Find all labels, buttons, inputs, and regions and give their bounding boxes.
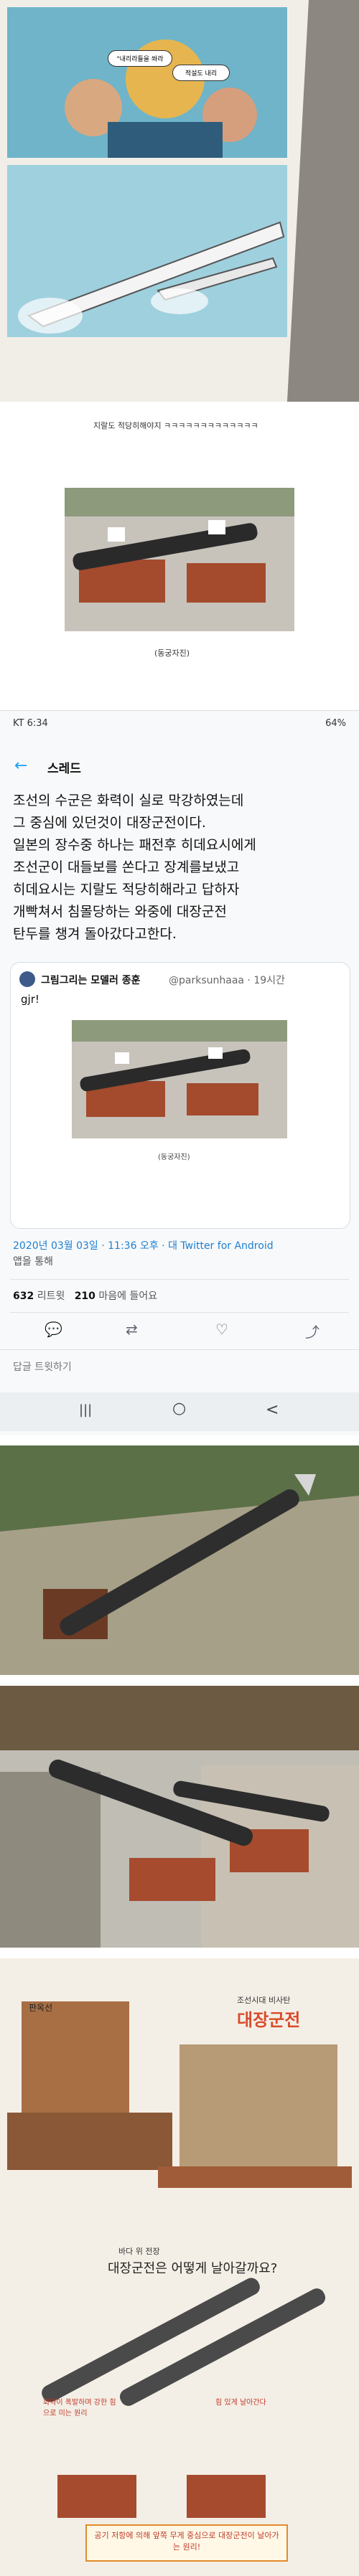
retweet-icon[interactable]: ⇄ xyxy=(126,1321,138,1338)
title-top: 조선시대 비사탄 xyxy=(237,1996,291,2005)
timestamp-text: 2020년 03월 03일 · 11:36 오후 · xyxy=(13,1240,169,1252)
android-nav-bar: ||| ○ < xyxy=(0,1392,359,1431)
thread-header-title: 스레드 xyxy=(47,762,81,776)
quoted-tweet[interactable]: 그림그리는 모델러 종훈 @parksunhaaa · 19시간 gjr! (동… xyxy=(10,962,350,1229)
tweet-line: 개빡쳐서 침몰당하는 와중에 대장군전 xyxy=(13,904,227,920)
quoted-text: gjr! xyxy=(21,993,39,1006)
cannon-hill-photo xyxy=(0,1445,359,1675)
avatar xyxy=(19,971,35,987)
tweet-line: 일본의 장수중 하나는 패전후 히데요시에게 xyxy=(13,837,256,853)
bottom-box-text: 공기 저항에 의해 앞쪽 무게 중심으로 대장군전이 날아가는 원리! xyxy=(94,2531,279,2552)
status-battery: 64% xyxy=(325,718,346,729)
divider xyxy=(0,1349,359,1350)
heart-icon[interactable]: ♡ xyxy=(215,1321,228,1338)
tweet-timestamp: 2020년 03월 03일 · 11:36 오후 · 대 Twitter for… xyxy=(13,1238,350,1270)
tweet-line: 조선의 수군은 화력이 실로 막강하였는데 xyxy=(13,793,244,808)
retweet-count: 632 xyxy=(13,1291,34,1302)
question-title: 대장군전은 어떻게 날아갈까요? xyxy=(108,2261,278,2276)
speech-bubble-1: "내리라들을 쏴라 xyxy=(108,50,172,67)
tweet-text: 조선의 수군은 화력이 실로 막강하였는데 그 중심에 있던것이 대장군전이다.… xyxy=(13,790,347,945)
title-main: 대장군전 xyxy=(237,2010,301,2030)
divider xyxy=(10,1279,349,1280)
tweet-source-link[interactable]: 대 Twitter for Android xyxy=(168,1240,274,1252)
retweet-label[interactable]: 리트윗 xyxy=(37,1291,65,1302)
ship-label: 판옥선 xyxy=(29,2003,53,2013)
title-bubble: 바다 위 전장 xyxy=(118,2247,160,2256)
tweet-line: 조선군이 대들보를 쏜다고 장계를보냈고 xyxy=(13,859,240,875)
comic-caption: 지랄도 적당히해야지 ㅋㅋㅋㅋㅋㅋㅋㅋㅋㅋㅋㅋㅋ xyxy=(93,421,258,430)
note-left: 화약이 폭발하며 강한 힘으로 미는 원리 xyxy=(43,2399,116,2417)
via-text: 앱을 통해 xyxy=(13,1256,53,1268)
speech-bubble-2: 적설도 내리 xyxy=(172,65,230,81)
twitter-screenshot: KT 6:34 64% ← 스레드 조선의 수군은 화력이 실로 막강하였는데 … xyxy=(0,710,359,1435)
divider xyxy=(10,1312,349,1313)
quoted-cannon-photo xyxy=(72,1020,287,1138)
status-bar: KT 6:34 64% xyxy=(0,711,359,735)
back-button[interactable]: < xyxy=(266,1401,279,1419)
cannon-photo xyxy=(65,488,294,631)
reply-input[interactable]: 답글 트윗하기 xyxy=(13,1359,72,1374)
note-right: 힘 있게 날아간다 xyxy=(215,2399,266,2407)
tweet-line: 히데요시는 지랄도 적당히해라고 답하자 xyxy=(13,882,240,897)
share-icon[interactable]: ⤴ xyxy=(305,1321,320,1341)
quoted-author-handle: @parksunhaaa · 19시간 xyxy=(169,975,285,986)
comic-book-panel: "내리라들을 쏴라 적설도 내리 지랄도 적당히해야지 ㅋㅋㅋㅋㅋㅋㅋㅋㅋㅋㅋㅋ… xyxy=(0,0,359,699)
comic-page-photo xyxy=(0,0,359,402)
back-arrow-icon[interactable]: ← xyxy=(14,757,27,775)
quoted-photo-caption: (동궁자진) xyxy=(158,1153,190,1161)
fortress-cannons-image xyxy=(0,1686,359,1948)
illustration-panel: 판옥선 조선시대 비사탄 대장군전 바다 위 전장 대장군전은 어떻게 날아갈까… xyxy=(0,1958,359,2576)
fortress-cannons-photo xyxy=(0,1686,359,1948)
action-bar: 💬 ⇄ ♡ ⤴ xyxy=(0,1321,359,1346)
photo-caption: (동궁자진) xyxy=(154,648,190,658)
status-carrier: KT 6:34 xyxy=(13,718,48,729)
recent-apps-button[interactable]: ||| xyxy=(79,1402,92,1417)
home-button[interactable]: ○ xyxy=(172,1400,186,1417)
like-label[interactable]: 마음에 들어요 xyxy=(98,1291,157,1302)
quoted-author-name: 그림그리는 모델러 종훈 xyxy=(41,975,141,986)
tweet-line: 탄두를 챙겨 돌아갔다고한다. xyxy=(13,926,177,942)
engagement-stats: 632 리트윗 210 마음에 들어요 xyxy=(13,1288,157,1303)
reply-icon[interactable]: 💬 xyxy=(45,1321,62,1338)
like-count: 210 xyxy=(74,1291,95,1302)
cannon-hill-image xyxy=(0,1445,359,1675)
tweet-line: 그 중심에 있던것이 대장군전이다. xyxy=(13,815,206,831)
